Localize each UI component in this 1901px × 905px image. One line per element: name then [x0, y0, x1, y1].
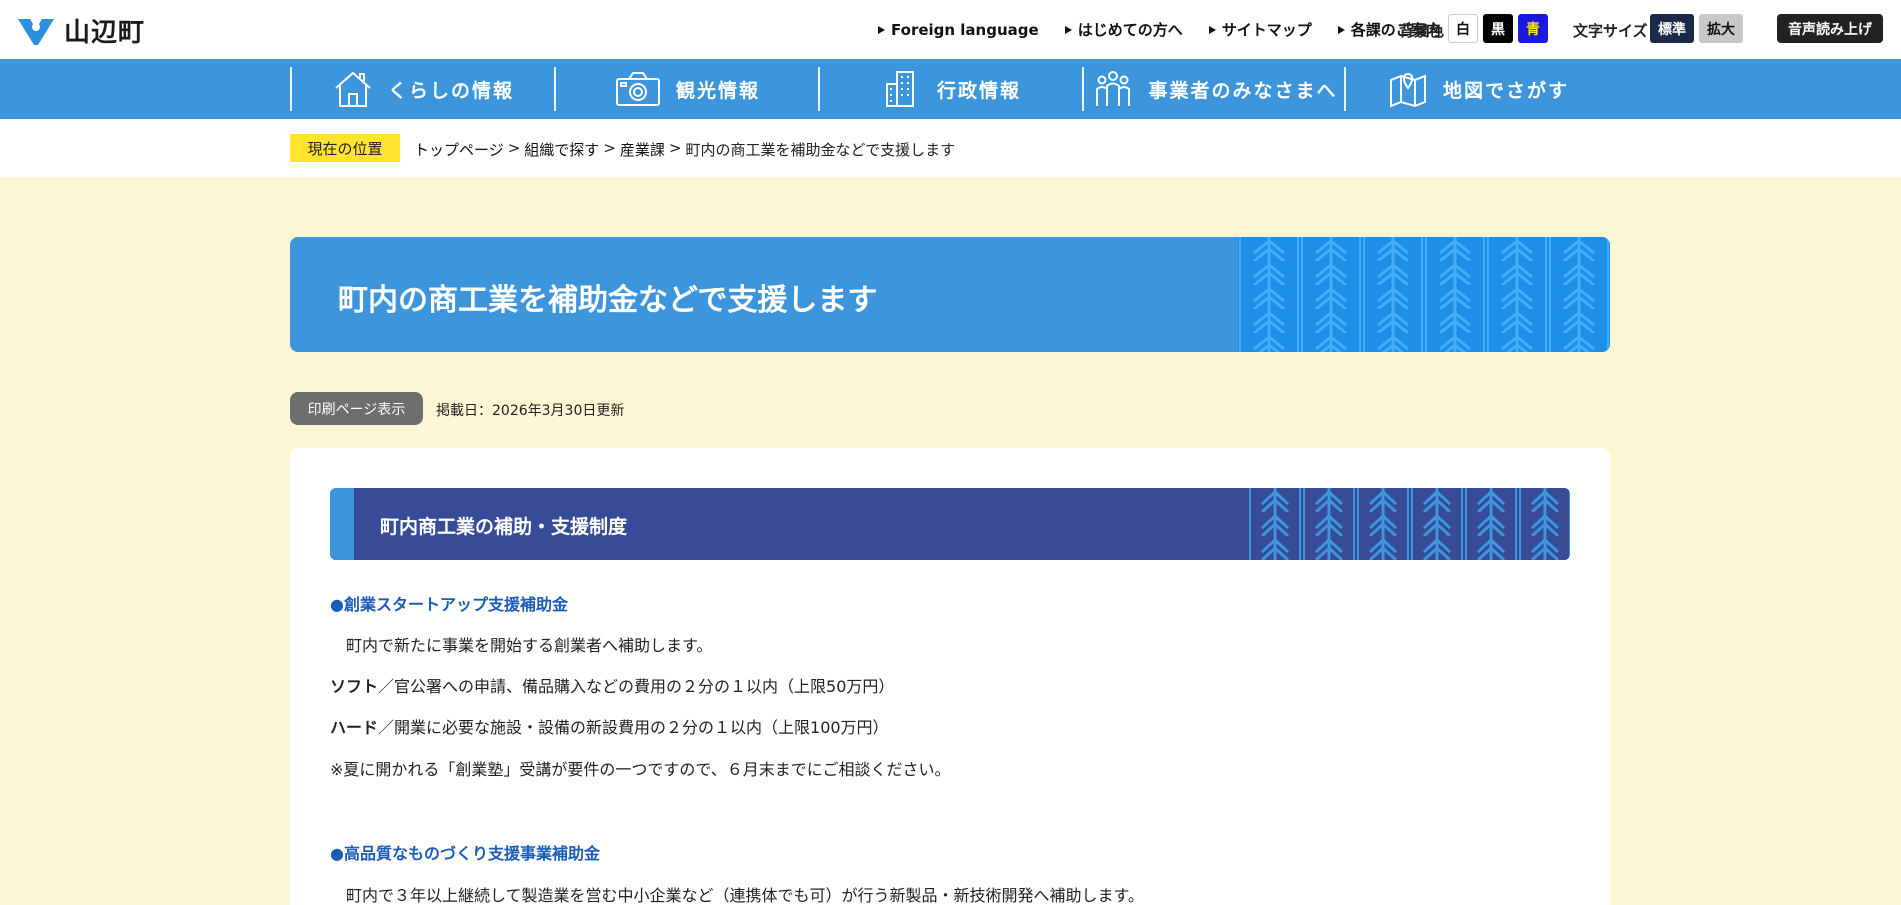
map-icon — [1389, 72, 1426, 108]
breadcrumb-separator: > — [603, 139, 616, 157]
manufacturing-subsidy-desc: 町内で３年以上継続して製造業を営む中小企業など（連携体でも可）が行う新製品・新技… — [346, 886, 1144, 905]
link-label: サイトマップ — [1221, 21, 1312, 39]
nav-item-tourism[interactable]: 観光情報 — [556, 67, 818, 111]
breadcrumb-organization[interactable]: 組織で探す — [524, 139, 599, 160]
breadcrumb-separator: > — [507, 139, 521, 157]
bg-black-button[interactable]: 黒 — [1483, 14, 1513, 43]
background-color-label: 背景色 — [1399, 22, 1445, 40]
startup-subsidy-title: ●創業スタートアップ支援補助金 — [330, 595, 568, 614]
triangle-right-icon — [878, 25, 885, 34]
page-title: 町内の商工業を補助金などで支援します — [338, 283, 878, 318]
soft-text: ／官公署への申請、備品購入などの費用の２分の１以内（上限50万円） — [378, 677, 895, 696]
nav-label: 観光情報 — [675, 79, 760, 102]
global-nav: くらしの情報 観光情報 行政情報 事業者のみなさまへ 地図でさがす — [0, 59, 1901, 119]
startup-note: ※夏に開かれる「創業塾」受講が要件の一つですので、６月末までにご相談ください。 — [330, 760, 951, 779]
nav-item-administration[interactable]: 行政情報 — [820, 67, 1082, 111]
link-label: Foreign language — [891, 20, 1039, 39]
triangle-right-icon — [1337, 25, 1345, 34]
first-visit-link[interactable]: はじめての方へ — [1064, 19, 1183, 40]
font-size-label: 文字サイズ — [1573, 22, 1648, 40]
link-label: はじめての方へ — [1077, 21, 1183, 39]
building-icon — [885, 71, 914, 107]
nav-label: くらしの情報 — [387, 79, 514, 102]
site-logo-text: 山辺町 — [64, 18, 146, 48]
soft-subsidy-line: ソフト／官公署への申請、備品購入などの費用の２分の１以内（上限50万円） — [330, 673, 894, 697]
triangle-right-icon — [1064, 25, 1072, 34]
breadcrumb: トップページ > 組織で探す > 産業課 > 町内の商工業を補助金などで支援しま… — [414, 139, 955, 160]
nav-label: 事業者のみなさまへ — [1148, 79, 1338, 102]
breadcrumb-bar: 現在の位置 トップページ > 組織で探す > 産業課 > 町内の商工業を補助金な… — [0, 119, 1901, 177]
bg-white-button[interactable]: 白 — [1448, 14, 1478, 43]
section-accent-bar — [330, 488, 354, 560]
font-large-button[interactable]: 拡大 — [1699, 14, 1743, 43]
breadcrumb-top[interactable]: トップページ — [414, 139, 504, 160]
section-heading: 町内商工業の補助・支援制度 — [330, 488, 1570, 560]
camera-icon — [615, 72, 660, 106]
breadcrumb-industry-dept[interactable]: 産業課 — [620, 139, 665, 160]
startup-subsidy-desc: 町内で新たに事業を開始する創業者へ補助します。 — [346, 636, 713, 655]
breadcrumb-separator: > — [668, 139, 682, 157]
hard-label: ハード — [330, 718, 379, 737]
content-card: 町内商工業の補助・支援制度 ●創業スタートアップ支援補助金 町内で新たに事業を開… — [290, 448, 1610, 905]
print-page-button[interactable]: 印刷ページ表示 — [290, 392, 423, 425]
site-header: 山辺町 Foreign language はじめての方へ サイトマップ 各課のご… — [0, 0, 1901, 59]
sitemap-link[interactable]: サイトマップ — [1208, 19, 1312, 40]
manufacturing-subsidy-title: ●高品質なものづくり支援事業補助金 — [330, 844, 600, 863]
nav-item-living[interactable]: くらしの情報 — [292, 67, 554, 111]
utility-links: Foreign language はじめての方へ サイトマップ 各課のご案内 — [878, 19, 1441, 40]
soft-label: ソフト — [330, 677, 379, 696]
hard-text: ／開業に必要な施設・設備の新設費用の２分の１以内（上限100万円） — [378, 718, 889, 737]
nav-item-business[interactable]: 事業者のみなさまへ — [1084, 67, 1346, 111]
page-title-banner: 町内の商工業を補助金などで支援します — [290, 237, 1610, 352]
bg-blue-button[interactable]: 青 — [1518, 14, 1548, 43]
breadcrumb-current: 町内の商工業を補助金などで支援します — [685, 141, 956, 159]
triangle-right-icon — [1208, 25, 1216, 34]
foreign-language-link[interactable]: Foreign language — [878, 19, 1039, 40]
people-icon — [1096, 71, 1131, 106]
nav-label: 行政情報 — [936, 79, 1021, 102]
published-date: 掲載日：2026年3月30日更新 — [436, 403, 625, 419]
current-location-badge: 現在の位置 — [290, 134, 400, 162]
site-logo[interactable]: 山辺町 — [16, 12, 145, 49]
leaf-pattern-decoration — [1248, 488, 1570, 560]
house-icon — [335, 71, 371, 107]
section-title: 町内商工業の補助・支援制度 — [380, 516, 628, 538]
hard-subsidy-line: ハード／開業に必要な施設・設備の新設費用の２分の１以内（上限100万円） — [330, 714, 889, 738]
nav-item-map[interactable]: 地図でさがす — [1346, 67, 1610, 111]
nav-label: 地図でさがす — [1442, 79, 1569, 102]
leaf-pattern-decoration — [1238, 237, 1610, 352]
town-emblem-icon — [18, 18, 54, 45]
font-standard-button[interactable]: 標準 — [1650, 14, 1694, 43]
voice-reading-button[interactable]: 音声読み上げ — [1777, 14, 1883, 43]
